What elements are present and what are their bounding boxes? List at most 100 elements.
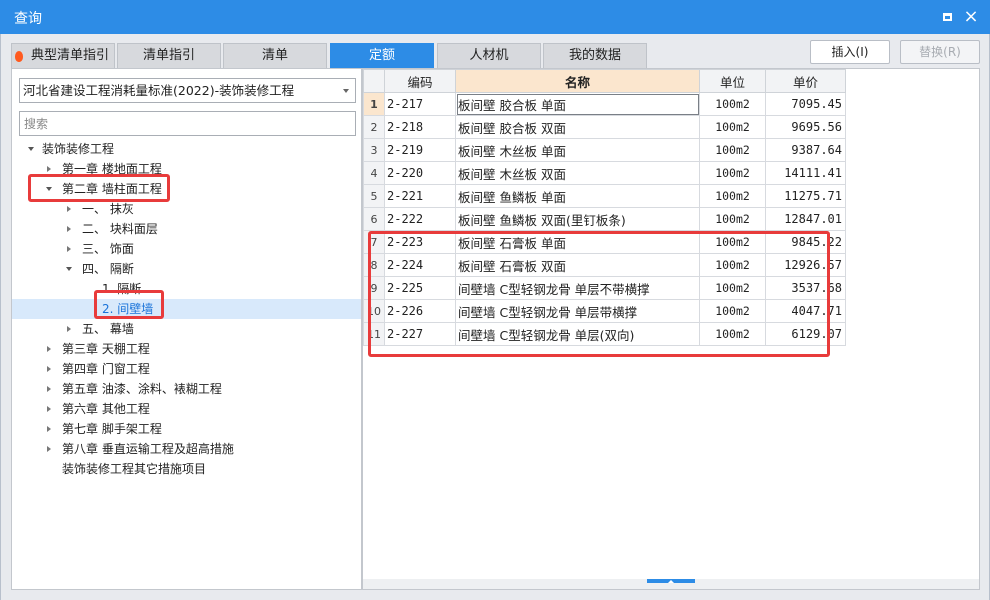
tab-list[interactable]: 清单 <box>223 43 327 68</box>
cell-name[interactable]: 板间壁 鱼鳞板 单面 <box>455 184 700 208</box>
cell-name[interactable]: 板间壁 鱼鳞板 双面(里钉板条) <box>455 207 700 231</box>
tree-toggle[interactable] <box>45 339 55 359</box>
tree-toggle[interactable] <box>65 319 75 339</box>
cell-code[interactable]: 2-217 <box>384 92 456 116</box>
tree-item[interactable]: 1. 隔断 <box>12 279 361 299</box>
column-header-code[interactable]: 编码 <box>384 69 456 93</box>
cell-code[interactable]: 2-226 <box>384 299 456 323</box>
table-row[interactable]: 3 2-219 板间壁 木丝板 单面 100m2 9387.64 <box>363 138 846 162</box>
tree-item[interactable]: 装饰装修工程 <box>12 139 361 159</box>
tree-item[interactable]: 第四章 门窗工程 <box>12 359 361 379</box>
cell-code[interactable]: 2-227 <box>384 322 456 346</box>
tree-toggle[interactable] <box>45 359 55 379</box>
maximize-button[interactable] <box>938 8 956 26</box>
cell-unit[interactable]: 100m2 <box>699 92 766 116</box>
cell-name[interactable]: 板间壁 石膏板 双面 <box>455 253 700 277</box>
replace-button[interactable]: 替换(R) <box>900 40 980 64</box>
cell-price[interactable]: 3537.68 <box>765 276 846 300</box>
table-row[interactable]: 1 2-217 板间壁 胶合板 单面 100m2 7095.45 <box>363 92 846 116</box>
cell-code[interactable]: 2-220 <box>384 161 456 185</box>
tree-item[interactable]: 第七章 脚手架工程 <box>12 419 361 439</box>
tree-toggle[interactable] <box>65 239 75 259</box>
row-number[interactable]: 9 <box>363 276 385 300</box>
search-input[interactable] <box>19 111 356 136</box>
tree-toggle[interactable] <box>27 139 37 159</box>
cell-price[interactable]: 7095.45 <box>765 92 846 116</box>
tab-list-guide[interactable]: 清单指引 <box>117 43 221 68</box>
column-header-unit[interactable]: 单位 <box>699 69 766 93</box>
cell-name[interactable]: 间壁墙 C型轻钢龙骨 单层(双向) <box>455 322 700 346</box>
tree-item[interactable]: 第一章 楼地面工程 <box>12 159 361 179</box>
tree-item[interactable]: 五、 幕墙 <box>12 319 361 339</box>
row-number[interactable]: 8 <box>363 253 385 277</box>
cell-code[interactable]: 2-218 <box>384 115 456 139</box>
column-header-price[interactable]: 单价 <box>765 69 846 93</box>
row-number[interactable]: 3 <box>363 138 385 162</box>
cell-unit[interactable]: 100m2 <box>699 322 766 346</box>
tree-toggle[interactable] <box>65 219 75 239</box>
tree-item[interactable]: 第六章 其他工程 <box>12 399 361 419</box>
tree-item[interactable]: 三、 饰面 <box>12 239 361 259</box>
cell-name[interactable]: 板间壁 胶合板 双面 <box>455 115 700 139</box>
cell-code[interactable]: 2-219 <box>384 138 456 162</box>
tree-toggle[interactable] <box>45 379 55 399</box>
table-row[interactable]: 9 2-225 间壁墙 C型轻钢龙骨 单层不带横撑 100m2 3537.68 <box>363 276 846 300</box>
cell-unit[interactable]: 100m2 <box>699 299 766 323</box>
cell-unit[interactable]: 100m2 <box>699 184 766 208</box>
table-row[interactable]: 2 2-218 板间壁 胶合板 双面 100m2 9695.56 <box>363 115 846 139</box>
cell-code[interactable]: 2-221 <box>384 184 456 208</box>
cell-price[interactable]: 9695.56 <box>765 115 846 139</box>
table-row[interactable]: 6 2-222 板间壁 鱼鳞板 双面(里钉板条) 100m2 12847.01 <box>363 207 846 231</box>
tree-item[interactable]: 第二章 墙柱面工程 <box>12 179 361 199</box>
cell-unit[interactable]: 100m2 <box>699 115 766 139</box>
tab-my-data[interactable]: 我的数据 <box>543 43 647 68</box>
tree-item[interactable]: 第八章 垂直运输工程及超高措施 <box>12 439 361 459</box>
row-number[interactable]: 11 <box>363 322 385 346</box>
cell-name[interactable]: 间壁墙 C型轻钢龙骨 单层带横撑 <box>455 299 700 323</box>
row-number[interactable]: 1 <box>363 92 385 116</box>
cell-price[interactable]: 6129.07 <box>765 322 846 346</box>
tree-item[interactable]: 一、 抹灰 <box>12 199 361 219</box>
row-number[interactable]: 5 <box>363 184 385 208</box>
tree-item-selected[interactable]: 2. 间壁墙 <box>12 299 361 319</box>
tab-labor-material-machine[interactable]: 人材机 <box>437 43 541 68</box>
cell-price[interactable]: 4047.71 <box>765 299 846 323</box>
cell-name[interactable]: 板间壁 木丝板 双面 <box>455 161 700 185</box>
cell-price[interactable]: 9845.22 <box>765 230 846 254</box>
tree-toggle[interactable] <box>65 199 75 219</box>
tree-item[interactable]: 二、 块料面层 <box>12 219 361 239</box>
cell-code[interactable]: 2-224 <box>384 253 456 277</box>
cell-unit[interactable]: 100m2 <box>699 253 766 277</box>
cell-code[interactable]: 2-223 <box>384 230 456 254</box>
horizontal-scrollbar[interactable] <box>363 579 979 589</box>
table-row[interactable]: 5 2-221 板间壁 鱼鳞板 单面 100m2 11275.71 <box>363 184 846 208</box>
cell-unit[interactable]: 100m2 <box>699 138 766 162</box>
table-row[interactable]: 10 2-226 间壁墙 C型轻钢龙骨 单层带横撑 100m2 4047.71 <box>363 299 846 323</box>
tree-toggle[interactable] <box>45 159 55 179</box>
insert-button[interactable]: 插入(I) <box>810 40 890 64</box>
tree-toggle[interactable] <box>65 259 75 279</box>
table-row[interactable]: 11 2-227 间壁墙 C型轻钢龙骨 单层(双向) 100m2 6129.07 <box>363 322 846 346</box>
tab-typical-list-guide[interactable]: 典型清单指引 <box>11 43 115 68</box>
cell-name[interactable]: 板间壁 石膏板 单面 <box>455 230 700 254</box>
row-number[interactable]: 4 <box>363 161 385 185</box>
tree-toggle[interactable] <box>45 179 55 199</box>
row-number[interactable]: 7 <box>363 230 385 254</box>
table-row[interactable]: 8 2-224 板间壁 石膏板 双面 100m2 12926.57 <box>363 253 846 277</box>
cell-unit[interactable]: 100m2 <box>699 276 766 300</box>
tree-toggle[interactable] <box>45 399 55 419</box>
cell-code[interactable]: 2-225 <box>384 276 456 300</box>
row-number[interactable]: 6 <box>363 207 385 231</box>
tab-quota[interactable]: 定额 <box>330 43 434 68</box>
table-row[interactable]: 7 2-223 板间壁 石膏板 单面 100m2 9845.22 <box>363 230 846 254</box>
cell-price[interactable]: 14111.41 <box>765 161 846 185</box>
cell-name[interactable]: 间壁墙 C型轻钢龙骨 单层不带横撑 <box>455 276 700 300</box>
column-header-name[interactable]: 名称 <box>455 69 700 93</box>
tree-item[interactable]: 第三章 天棚工程 <box>12 339 361 359</box>
tree-item[interactable]: 装饰装修工程其它措施项目 <box>12 459 361 479</box>
cell-name[interactable]: 板间壁 胶合板 单面 <box>455 92 700 116</box>
cell-price[interactable]: 9387.64 <box>765 138 846 162</box>
cell-unit[interactable]: 100m2 <box>699 207 766 231</box>
tree-toggle[interactable] <box>45 439 55 459</box>
cell-name[interactable]: 板间壁 木丝板 单面 <box>455 138 700 162</box>
